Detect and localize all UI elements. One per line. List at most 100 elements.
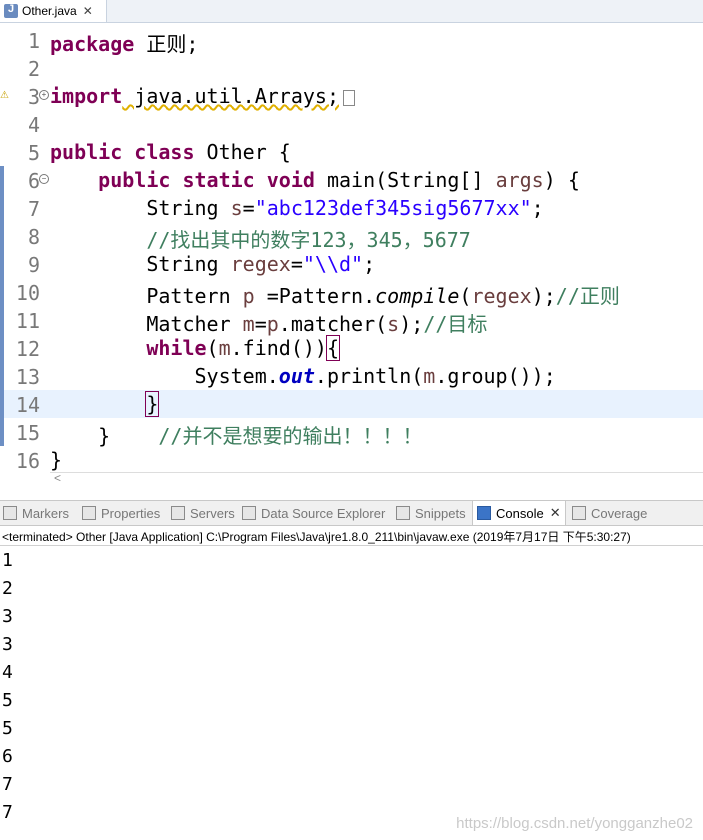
properties-icon (82, 506, 96, 520)
keyword: void (266, 168, 315, 192)
tab-label: Console (496, 505, 544, 521)
tab-console[interactable]: Console ✕ (472, 501, 566, 525)
string-literal: "abc123def345sig5677xx" (254, 196, 532, 220)
console-output-line: 3 (2, 634, 13, 655)
line-number: 14 (15, 393, 40, 417)
tab-coverage[interactable]: Coverage (572, 501, 647, 525)
watermark: https://blog.csdn.net/yongganzhe02 (456, 815, 693, 832)
code-text: Pattern (146, 284, 243, 308)
variable: regex (230, 252, 291, 276)
variable: s (230, 196, 243, 220)
keyword: while (146, 336, 207, 360)
keyword: class (134, 140, 195, 164)
line-number: 8 (27, 225, 40, 249)
horizontal-scrollbar[interactable]: < (50, 471, 703, 487)
line-number: 6 (27, 169, 40, 193)
line-number: 15 (15, 421, 40, 445)
line-number: 13 (15, 365, 40, 389)
tab-data-source-explorer[interactable]: Data Source Explorer (242, 501, 385, 525)
variable: regex (471, 284, 532, 308)
variable: m (242, 312, 255, 336)
keyword: public (50, 140, 123, 164)
code-text: java.util.Arrays; (122, 84, 339, 108)
line-number: 5 (27, 141, 40, 165)
code-line-3[interactable]: ⚠ 3 + import java.util.Arrays; (0, 82, 703, 110)
code-line-13[interactable]: 13 System.out.println(m.group()); (0, 362, 703, 390)
comment: //目标 (423, 312, 488, 336)
code-text: ) { (543, 168, 580, 192)
console-output-line: 3 (2, 606, 13, 627)
scroll-left-icon[interactable]: < (54, 471, 61, 485)
tab-snippets[interactable]: Snippets (396, 501, 466, 525)
editor-tab-strip: Other.java ✕ (0, 0, 703, 23)
code-text: ( (459, 284, 472, 308)
bracket-match: { (325, 335, 341, 361)
markers-icon (3, 506, 17, 520)
string-literal: "\\d" (302, 252, 364, 276)
variable: p (242, 284, 255, 308)
line-number: 10 (15, 281, 40, 305)
code-text: = (290, 252, 303, 276)
servers-icon (171, 506, 185, 520)
code-text: Other { (194, 140, 291, 164)
close-icon[interactable]: ✕ (550, 505, 561, 521)
line-number: 1 (27, 29, 40, 53)
code-line-5[interactable]: 5 public class Other { (0, 138, 703, 166)
code-text: ; (531, 196, 544, 220)
tab-servers[interactable]: Servers (171, 501, 235, 525)
view-tab-strip: Markers Properties Servers Data Source E… (0, 500, 703, 526)
line-number: 7 (27, 197, 40, 221)
code-text: ( (206, 336, 219, 360)
code-line-7[interactable]: 7 String s="abc123def345sig5677xx"; (0, 194, 703, 222)
line-number: 4 (27, 113, 40, 137)
code-line-16[interactable]: 16 } (0, 446, 703, 474)
variable: m (218, 336, 231, 360)
line-number: 9 (27, 253, 40, 277)
console-output-line: 5 (2, 718, 13, 739)
code-text: } (98, 424, 159, 448)
console-output-line: 2 (2, 578, 13, 599)
variable: args (495, 168, 544, 192)
code-text: System. (194, 364, 279, 388)
code-line-2[interactable]: 2 (0, 54, 703, 82)
line-number: 12 (15, 337, 40, 361)
tab-properties[interactable]: Properties (82, 501, 160, 525)
tab-markers[interactable]: Markers (3, 501, 69, 525)
code-line-14-current[interactable]: 14 } (0, 390, 703, 418)
editor-tab-other-java[interactable]: Other.java ✕ (0, 0, 107, 22)
line-number: 3 (27, 85, 40, 109)
code-line-11[interactable]: 11 Matcher m=p.matcher(s);//目标 (0, 306, 703, 336)
keyword: import (50, 84, 123, 108)
static-field: out (278, 364, 315, 388)
code-line-8[interactable]: 8 //找出其中的数字123，345，5677 (0, 222, 703, 252)
code-line-9[interactable]: 9 String regex="\\d"; (0, 250, 703, 278)
console-output-line: 4 (2, 662, 13, 683)
code-text: main(String[] (314, 168, 496, 192)
code-text: .println( (314, 364, 424, 388)
editor-tab-title: Other.java (22, 4, 77, 18)
tab-label: Snippets (415, 505, 466, 521)
code-text: =Pattern. (254, 284, 376, 308)
code-line-15[interactable]: 15 } //并不是想要的输出！！！！ (0, 418, 703, 448)
close-icon[interactable]: ✕ (83, 4, 93, 18)
code-line-12[interactable]: 12 while(m.find()){ (0, 334, 703, 362)
code-line-1[interactable]: 1 package 正则; (0, 26, 703, 56)
code-line-10[interactable]: 10 Pattern p =Pattern.compile(regex);//正… (0, 278, 703, 308)
code-text: .matcher( (278, 312, 388, 336)
fold-collapse-icon[interactable]: − (39, 174, 49, 184)
folded-imports-icon[interactable] (343, 89, 355, 106)
tab-label: Properties (101, 505, 161, 521)
code-text: 正则; (134, 32, 199, 56)
variable: p (266, 312, 279, 336)
code-line-4[interactable]: 4 (0, 110, 703, 138)
variable: s (387, 312, 400, 336)
code-line-6[interactable]: 6 − public static void main(String[] arg… (0, 166, 703, 194)
tab-label: Data Source Explorer (261, 505, 386, 521)
code-editor[interactable]: 1 package 正则; 2 ⚠ 3 + import java.util.A… (0, 22, 703, 485)
keyword: package (50, 32, 135, 56)
code-text: Matcher (146, 312, 243, 336)
console-output-line: 7 (2, 802, 13, 823)
console-output-line: 6 (2, 746, 13, 767)
fold-expand-icon[interactable]: + (39, 90, 49, 100)
tab-label: Markers (22, 505, 69, 521)
